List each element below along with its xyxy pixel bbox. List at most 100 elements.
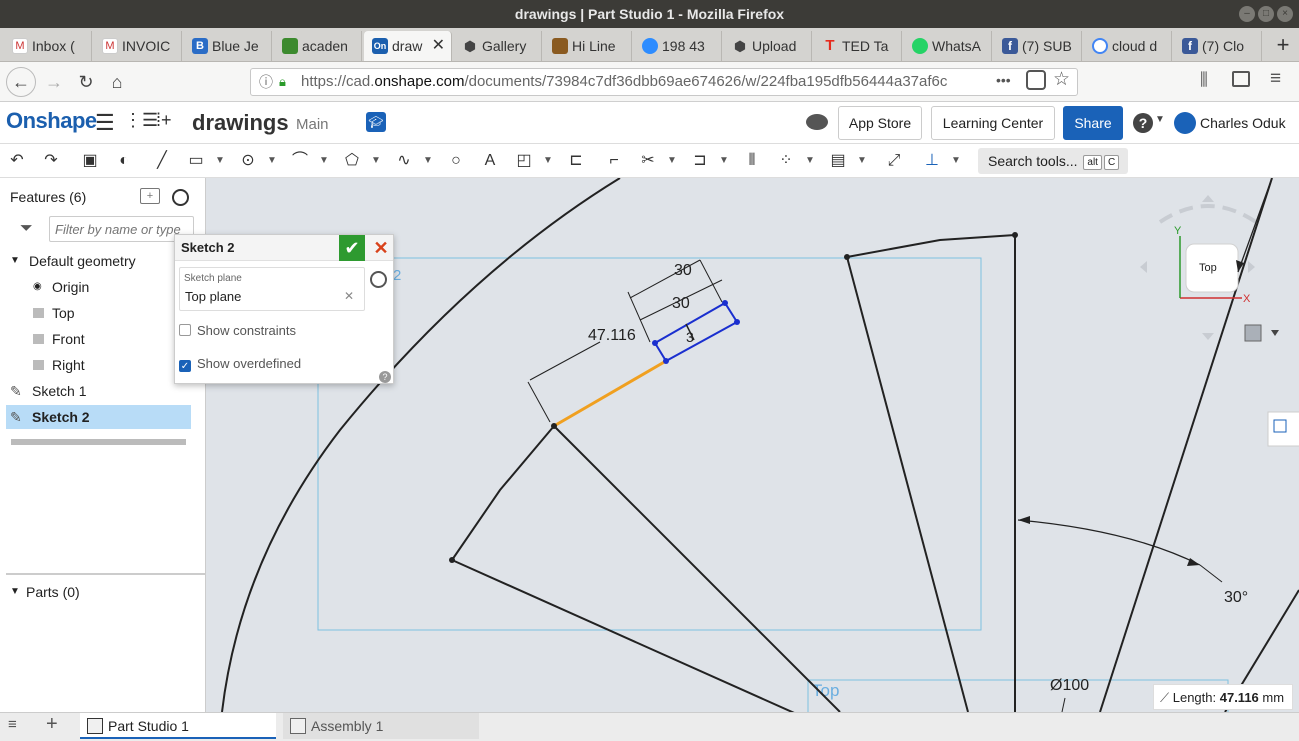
add-folder-icon[interactable]: + <box>140 188 160 204</box>
sketch-icon[interactable]: ▣ <box>78 149 102 173</box>
rollback-bar[interactable] <box>11 439 186 445</box>
sidebar-icon[interactable] <box>1232 71 1250 87</box>
construction-icon[interactable]: ◰ <box>512 149 536 173</box>
hamburger-icon[interactable]: ☰ <box>95 110 115 136</box>
chevron-down-icon[interactable] <box>1271 330 1279 336</box>
angle-dim-arc[interactable] <box>1017 519 1201 566</box>
sketch-plane-field[interactable]: Sketch plane Top plane ✕ <box>179 267 365 311</box>
document-name[interactable]: drawings <box>192 110 289 136</box>
default-geometry-folder[interactable]: ▼ Default geometry <box>0 249 190 273</box>
sketch-line[interactable] <box>846 234 1016 258</box>
view-cube-right-arrow[interactable] <box>1248 261 1255 273</box>
sketch-line[interactable] <box>450 425 810 712</box>
dimension-30-inner[interactable]: 30 <box>672 295 690 312</box>
view-cube[interactable]: X Y Top <box>1140 178 1273 340</box>
tree-item-sketch1[interactable]: ✎ Sketch 1 <box>0 379 190 403</box>
browser-tab[interactable]: ⬢ Gallery <box>454 31 542 61</box>
dimension-3[interactable]: 3 <box>686 329 694 345</box>
tree-item-right[interactable]: Right <box>0 353 190 377</box>
tree-item-front[interactable]: Front <box>0 327 190 351</box>
learning-cap-icon[interactable]: 🎓︎ <box>366 112 386 132</box>
undo-icon[interactable]: ↶ <box>5 149 29 173</box>
pattern-icon[interactable]: ⁘ <box>774 149 798 173</box>
panel-divider[interactable] <box>6 573 206 575</box>
comment-icon[interactable] <box>806 114 828 130</box>
sketch-point[interactable] <box>734 319 740 325</box>
circle-icon[interactable]: ⊙ <box>236 149 260 173</box>
browser-tab[interactable]: 198 43 <box>634 31 722 61</box>
view-cube-left-arrow[interactable] <box>1140 261 1147 273</box>
onshape-logo[interactable]: Onshape <box>6 108 97 134</box>
browser-tab[interactable]: cloud d <box>1084 31 1172 61</box>
chevron-down-icon[interactable]: ▼ <box>542 149 554 173</box>
pocket-icon[interactable] <box>1026 70 1046 90</box>
chevron-down-icon[interactable]: ▼ <box>10 249 20 273</box>
browser-tab[interactable]: f (7) Clo <box>1174 31 1262 61</box>
page-actions-icon[interactable]: ••• <box>996 72 1011 88</box>
show-overdefined-checkbox[interactable]: ✓ <box>179 360 191 372</box>
maximize-icon[interactable]: □ <box>1258 6 1274 22</box>
show-constraints-checkbox[interactable] <box>179 324 191 336</box>
info-icon[interactable]: ⓘ <box>259 69 273 95</box>
menu-icon[interactable]: ≡ <box>1270 68 1281 90</box>
insert-icon[interactable]: ⁞+ <box>156 110 172 131</box>
cancel-button[interactable]: ✕ <box>369 235 393 261</box>
bookmark-star-icon[interactable]: ☆ <box>1053 68 1070 91</box>
sketch-point[interactable] <box>449 557 455 563</box>
polygon-icon[interactable]: ⬠ <box>340 149 364 173</box>
fillet-icon[interactable]: ⌐ <box>602 149 626 173</box>
help-icon[interactable]: ? <box>379 371 391 383</box>
angle-dimension[interactable]: 30° <box>1224 589 1248 606</box>
browser-tab[interactable]: ⬢ Upload <box>724 31 812 61</box>
chevron-down-icon[interactable]: ▼ <box>804 149 816 173</box>
sketch-point[interactable] <box>652 340 658 346</box>
close-tab-icon[interactable]: ✕ <box>432 31 445 61</box>
line-icon[interactable]: ╱ <box>150 149 174 173</box>
chevron-down-icon[interactable]: ▼ <box>370 149 382 173</box>
feature-list-icon[interactable]: ⋮☰ <box>124 110 158 131</box>
minimize-icon[interactable]: – <box>1239 6 1255 22</box>
dimension-icon[interactable]: ⊏ <box>564 149 588 173</box>
chevron-down-icon[interactable]: ▼ <box>214 149 226 173</box>
rollback-timer-icon[interactable] <box>172 189 189 206</box>
browser-tab[interactable]: T TED Ta <box>814 31 902 61</box>
blue-rectangle[interactable] <box>653 301 739 363</box>
sketch-line[interactable] <box>846 256 969 712</box>
rectangle-icon[interactable]: ▭ <box>184 149 208 173</box>
tab-assembly[interactable]: Assembly 1 <box>283 713 479 739</box>
chevron-down-icon[interactable]: ▼ <box>318 149 330 173</box>
tree-item-sketch2[interactable]: ✎ Sketch 2 <box>6 405 191 429</box>
arc-icon[interactable]: ⌒ <box>288 149 312 173</box>
help-icon[interactable]: ? <box>1133 113 1153 133</box>
home-icon[interactable]: ⌂ <box>103 69 131 95</box>
trim-icon[interactable]: ✂ <box>636 149 660 173</box>
chevron-down-icon[interactable]: ▼ <box>856 149 868 173</box>
back-icon[interactable]: ← <box>6 67 36 97</box>
appearance-icon[interactable] <box>1273 419 1287 433</box>
dimension-30-outer[interactable]: 30 <box>674 262 692 279</box>
filter-icon[interactable]: ⏷ <box>20 220 33 238</box>
browser-tab[interactable]: M Inbox ( <box>4 31 92 61</box>
browser-tab[interactable]: Hi Line <box>544 31 632 61</box>
chevron-down-icon[interactable]: ▼ <box>422 149 434 173</box>
chevron-down-icon[interactable]: ▼ <box>718 149 730 173</box>
dxf-import-icon[interactable]: ▤ <box>826 149 850 173</box>
feature-filter-input[interactable] <box>49 216 194 242</box>
chevron-down-icon[interactable]: ▼ <box>666 149 678 173</box>
dimension-length[interactable]: 47.116 <box>588 327 636 344</box>
learning-center-button[interactable]: Learning Center <box>931 106 1055 140</box>
forward-icon[interactable]: → <box>40 69 68 95</box>
tree-item-top[interactable]: Top <box>0 301 190 325</box>
constraint-icon[interactable]: ⊥ <box>920 149 944 173</box>
text-icon[interactable]: A <box>478 149 502 173</box>
sketch-point[interactable] <box>844 254 850 260</box>
new-tab-icon[interactable]: + <box>1270 31 1296 59</box>
chevron-down-icon[interactable]: ▼ <box>266 149 278 173</box>
clear-icon[interactable]: ✕ <box>344 289 354 303</box>
chevron-down-icon[interactable]: ▼ <box>1155 114 1165 125</box>
add-tab-icon[interactable]: + <box>46 713 58 736</box>
branch-name[interactable]: Main <box>296 116 329 133</box>
sketch-point[interactable] <box>551 423 557 429</box>
offset-icon[interactable]: ⊐ <box>688 149 712 173</box>
sketch-point[interactable] <box>722 300 728 306</box>
